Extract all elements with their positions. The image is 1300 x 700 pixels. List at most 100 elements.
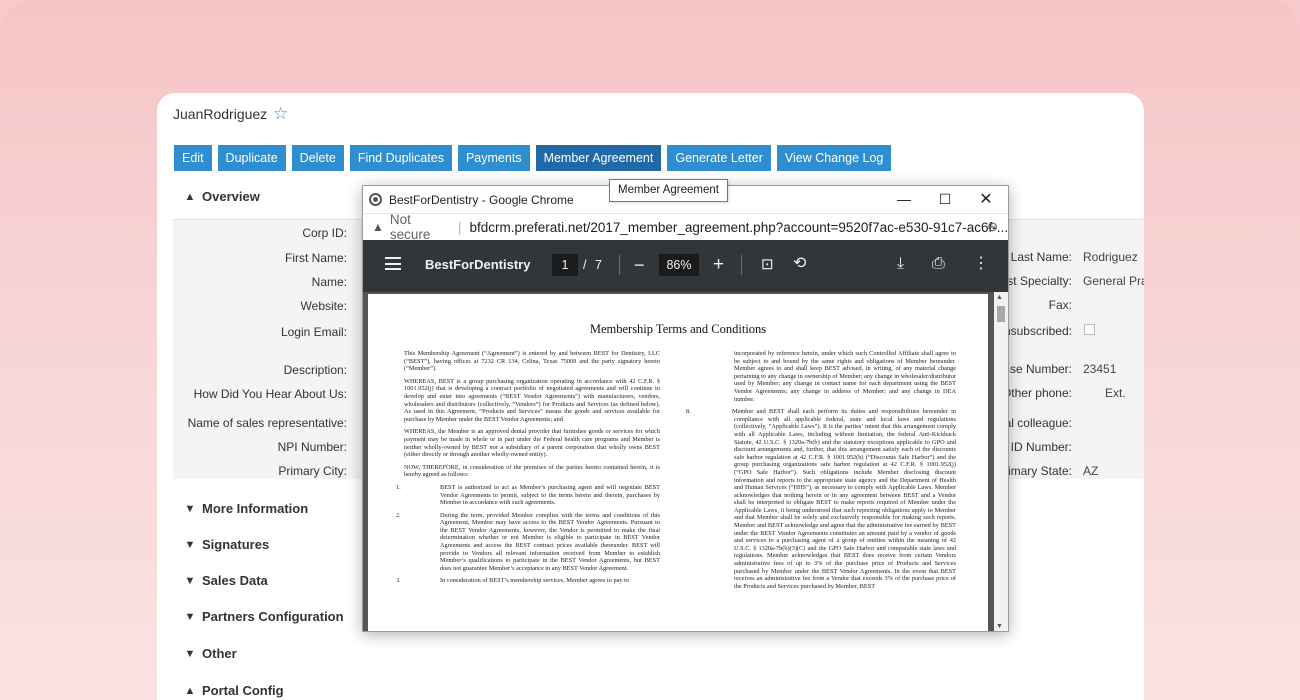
member-agreement-button[interactable]: Member Agreement — [535, 145, 662, 171]
zoom-in-icon[interactable]: + — [713, 255, 724, 274]
maximize-icon[interactable]: ☐ — [925, 186, 965, 213]
sales-rep-label: Name of sales representative: — [187, 416, 347, 430]
download-icon[interactable]: ⤓ — [897, 256, 904, 272]
chrome-logo-icon — [369, 193, 382, 206]
left-paragraph: NOW, THEREFORE, in consideration of the … — [404, 463, 660, 479]
last-name-value: Rodriguez — [1083, 250, 1138, 264]
left-paragraph: This Membership Agreement (“Agreement”) … — [404, 350, 660, 373]
document-left-column: This Membership Agreement (“Agreement”) … — [396, 350, 660, 590]
print-icon[interactable]: ⎙ — [932, 256, 945, 272]
chevron-down-icon: ▼ — [184, 647, 196, 660]
section-partners-configuration-label: Partners Configuration — [202, 609, 344, 624]
left-numbered-item: 3. In consideration of BEST’s membership … — [396, 577, 660, 585]
other-phone-ext: Ext. — [1105, 386, 1126, 400]
right-numbered-item: 8. Member and BEST shall each perform its… — [686, 408, 956, 590]
section-sales-data[interactable]: ▼ Sales Data — [183, 573, 268, 588]
toolbar-divider — [741, 255, 742, 275]
zoom-magnifier-icon[interactable]: ⊖ — [987, 219, 998, 235]
record-title-row: JuanRodriguez ☆ — [173, 105, 288, 122]
section-overview-label: Overview — [202, 189, 260, 204]
fit-to-page-icon[interactable]: ⊡ — [761, 257, 774, 272]
section-overview[interactable]: ▲ Overview — [183, 189, 260, 204]
chevron-down-icon: ▼ — [184, 502, 196, 515]
name-label: Name: — [311, 275, 347, 289]
website-label: Website: — [300, 299, 347, 313]
login-email-label: Login Email: — [280, 325, 347, 339]
chevron-down-icon: ▼ — [184, 538, 196, 551]
corp-id-label: Corp ID: — [302, 226, 347, 240]
chevron-up-icon: ▲ — [184, 684, 196, 697]
pdf-page[interactable]: Membership Terms and Conditions This Mem… — [368, 294, 988, 631]
minimize-icon[interactable]: — — [884, 186, 924, 213]
other-phone-label: Other phone: — [1001, 386, 1072, 400]
total-pages: 7 — [595, 258, 602, 272]
more-options-icon[interactable]: ⋮ — [973, 256, 989, 272]
chrome-popup-window: BestForDentistry - Google Chrome — ☐ ✕ ▲… — [362, 185, 1009, 632]
find-duplicates-button[interactable]: Find Duplicates — [349, 145, 452, 171]
section-signatures[interactable]: ▼ Signatures — [183, 537, 270, 552]
how-did-you-hear-label: How Did You Hear About Us: — [193, 387, 347, 401]
item-number: 3. — [396, 577, 401, 585]
scroll-thumb[interactable] — [997, 306, 1005, 322]
item-text: In consideration of BEST’s membership se… — [440, 577, 630, 585]
left-numbered-item: 2. During the term, provided Member compl… — [396, 511, 660, 573]
warning-icon[interactable]: ▲ — [372, 220, 384, 234]
zoom-level-input[interactable]: 86% — [659, 254, 699, 276]
section-more-information-label: More Information — [202, 501, 309, 516]
specialty-value: General Prac — [1083, 274, 1144, 288]
view-change-log-button[interactable]: View Change Log — [776, 145, 892, 171]
left-paragraph: WHEREAS, the Member is an approved denta… — [404, 428, 660, 459]
hamburger-menu-icon[interactable] — [385, 257, 401, 274]
address-bar[interactable]: ▲ Not secure | bfdcrm.preferati.net/2017… — [363, 212, 1008, 242]
section-more-information[interactable]: ▼ More Information — [183, 501, 309, 516]
item-text: During the term, provided Member complie… — [440, 511, 660, 572]
description-label: Description: — [283, 363, 347, 377]
unsubscribed-label: Jnsubscribed: — [997, 324, 1072, 338]
generate-letter-button[interactable]: Generate Letter — [667, 145, 771, 171]
section-portal-config[interactable]: ▲ Portal Config — [183, 683, 284, 698]
duplicate-button[interactable]: Duplicate — [217, 145, 286, 171]
specialty-label: tist Specialty: — [1001, 274, 1072, 288]
address-divider: | — [457, 219, 462, 235]
pdf-document-title: BestForDentistry — [425, 257, 531, 272]
zoom-out-icon[interactable]: − — [634, 256, 645, 274]
scroll-up-icon[interactable]: ▲ — [996, 294, 1003, 301]
current-page-input[interactable]: 1 — [552, 254, 578, 276]
left-numbered-item: 1. BEST is authorized to act as Member’s … — [396, 483, 660, 507]
item-number: 8. — [686, 408, 691, 416]
delete-button[interactable]: Delete — [291, 145, 344, 171]
unsubscribed-checkbox[interactable] — [1084, 324, 1095, 335]
section-other-label: Other — [202, 646, 237, 661]
item-number: 2. — [396, 511, 401, 519]
payments-button[interactable]: Payments — [457, 145, 530, 171]
record-title: JuanRodriguez — [173, 105, 268, 122]
pdf-scrollbar[interactable]: ▲ ▼ — [994, 292, 1008, 631]
item-number: 1. — [396, 483, 401, 491]
chevron-up-icon: ▲ — [184, 190, 196, 203]
section-other[interactable]: ▼ Other — [183, 646, 237, 661]
license-number-value: 23451 — [1083, 362, 1117, 376]
left-paragraph: WHEREAS, BEST is a group purchasing orga… — [404, 377, 660, 423]
close-icon[interactable]: ✕ — [966, 186, 1006, 213]
member-agreement-tooltip: Member Agreement — [609, 179, 728, 202]
favorite-star-icon[interactable]: ☆ — [273, 105, 288, 122]
toolbar-divider — [619, 255, 620, 275]
chevron-down-icon: ▼ — [184, 610, 196, 623]
item-text: Member and BEST shall each perform its d… — [732, 408, 956, 590]
primary-state-value: AZ — [1083, 464, 1099, 478]
npi-number-label: NPI Number: — [277, 440, 347, 454]
first-name-label: First Name: — [284, 251, 347, 265]
edit-button[interactable]: Edit — [174, 145, 212, 171]
section-partners-configuration[interactable]: ▼ Partners Configuration — [183, 609, 344, 624]
section-portal-config-label: Portal Config — [202, 683, 284, 698]
item-text: BEST is authorized to act as Member’s pu… — [440, 483, 660, 507]
url-text[interactable]: bfdcrm.preferati.net/2017_member_agreeme… — [470, 220, 1008, 235]
not-secure-label[interactable]: Not secure — [390, 212, 450, 242]
section-sales-data-label: Sales Data — [202, 573, 268, 588]
scroll-down-icon[interactable]: ▼ — [996, 623, 1003, 630]
window-title: BestForDentistry - Google Chrome — [389, 192, 574, 207]
tax-id-label: x ID Number: — [1001, 440, 1072, 454]
document-heading: Membership Terms and Conditions — [589, 322, 767, 336]
rotate-icon[interactable]: ⟲ — [793, 256, 806, 272]
pdf-viewer-area[interactable]: Membership Terms and Conditions This Mem… — [363, 292, 1008, 631]
